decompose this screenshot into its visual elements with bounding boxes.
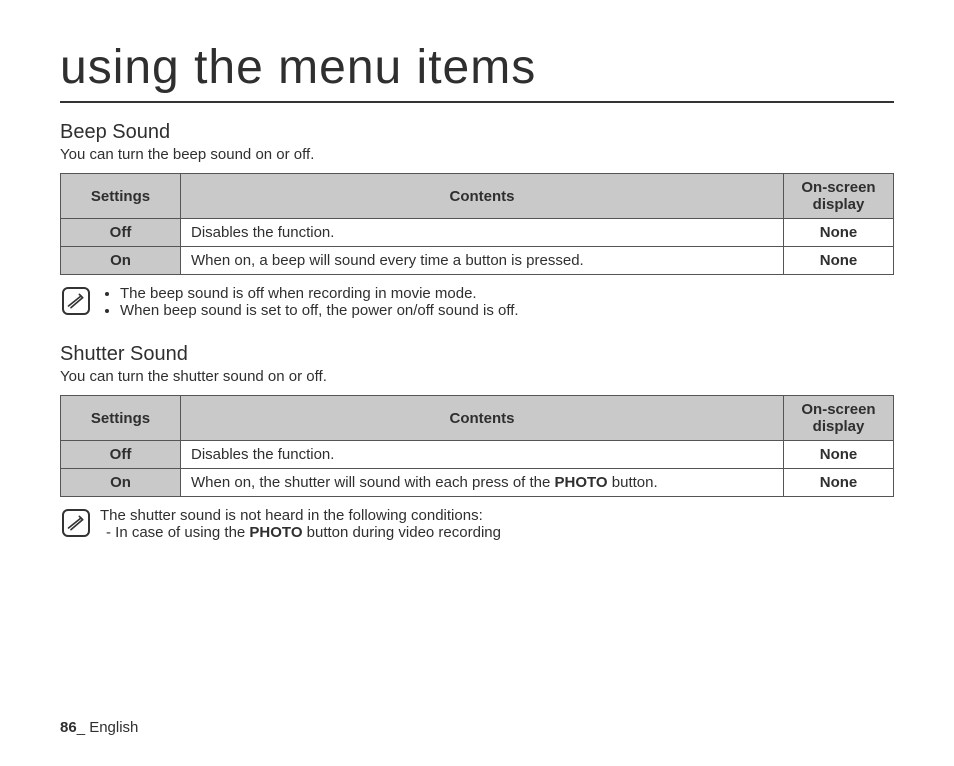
col-display: On-screen display [784,174,894,219]
display-cell: None [784,441,894,469]
col-display: On-screen display [784,396,894,441]
col-settings: Settings [61,396,181,441]
col-contents: Contents [181,396,784,441]
note-line: The beep sound is off when recording in … [120,285,519,302]
display-cell: None [784,219,894,247]
setting-cell: Off [61,219,181,247]
content-cell: Disables the function. [181,219,784,247]
note-icon [62,287,90,315]
setting-cell: On [61,469,181,497]
beep-sound-table: Settings Contents On-screen display Off … [60,173,894,275]
note-intro: The shutter sound is not heard in the fo… [100,507,501,524]
table-row: On When on, the shutter will sound with … [61,469,894,497]
beep-note-block: The beep sound is off when recording in … [60,285,894,319]
display-cell: None [784,469,894,497]
col-contents: Contents [181,174,784,219]
note-item: - In case of using the PHOTO button duri… [100,524,501,541]
note-icon [62,509,90,537]
shutter-sound-heading: Shutter Sound [60,343,894,366]
table-row: Off Disables the function. None [61,219,894,247]
page-title: using the menu items [60,40,894,103]
shutter-note-block: The shutter sound is not heard in the fo… [60,507,894,541]
beep-sound-desc: You can turn the beep sound on or off. [60,146,894,163]
page-footer: 86_ English [60,719,138,736]
table-row: On When on, a beep will sound every time… [61,247,894,275]
display-cell: None [784,247,894,275]
beep-sound-heading: Beep Sound [60,121,894,144]
content-cell: When on, a beep will sound every time a … [181,247,784,275]
footer-lang: English [89,719,138,736]
shutter-sound-desc: You can turn the shutter sound on or off… [60,368,894,385]
table-row: Off Disables the function. None [61,441,894,469]
note-line: When beep sound is set to off, the power… [120,302,519,319]
col-settings: Settings [61,174,181,219]
shutter-sound-table: Settings Contents On-screen display Off … [60,395,894,497]
content-cell: Disables the function. [181,441,784,469]
content-cell: When on, the shutter will sound with eac… [181,469,784,497]
setting-cell: Off [61,441,181,469]
setting-cell: On [61,247,181,275]
page-number: 86 [60,719,77,736]
